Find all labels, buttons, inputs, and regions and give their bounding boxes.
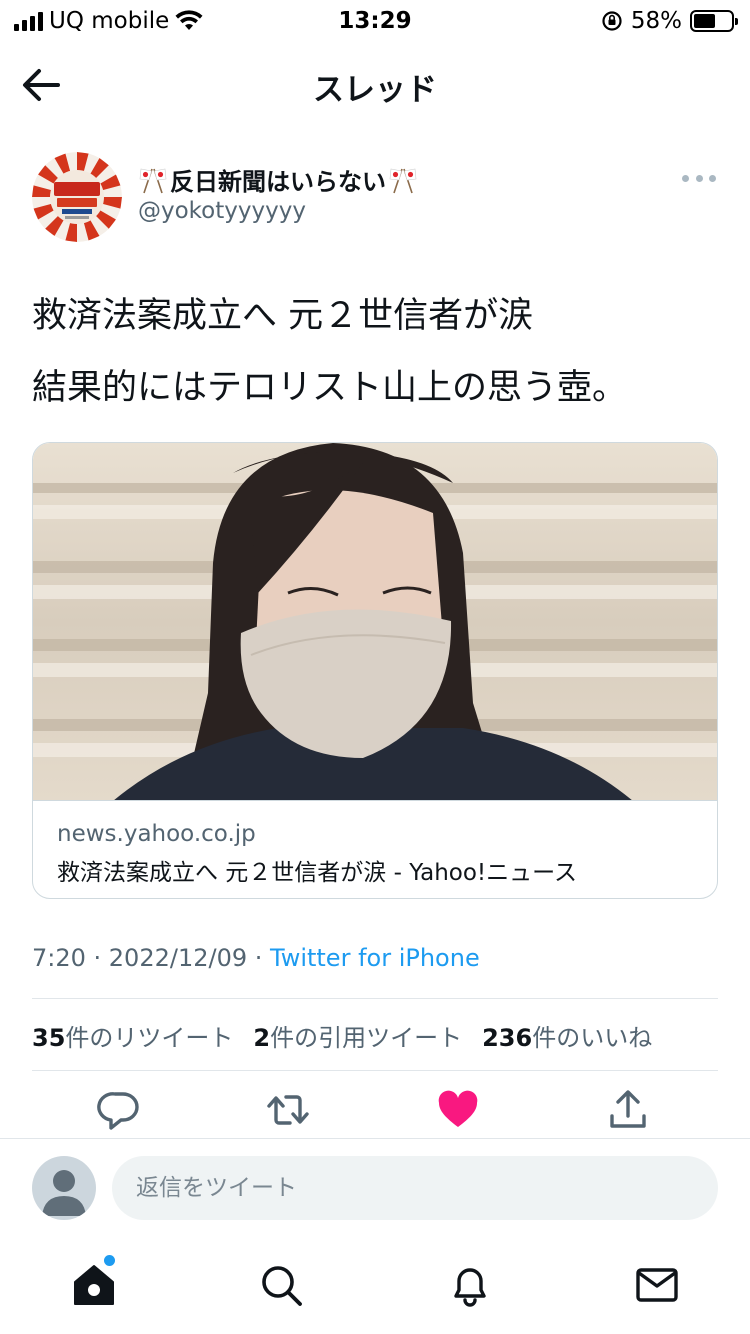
crossed-flags-icon [389, 168, 417, 193]
mail-icon[interactable] [634, 1262, 680, 1308]
likes-label: 件のいいね [532, 1024, 653, 1052]
retweets-label: 件のリツイート [65, 1024, 234, 1052]
divider [32, 1070, 718, 1071]
badge-logo-image [32, 152, 122, 242]
heart-icon[interactable] [436, 1088, 480, 1132]
tweet-text: 救済法案成立へ 元２世信者が涙 結果的にはテロリスト山上の思う壺。 [32, 280, 722, 424]
card-title: 救済法案成立へ 元２世信者が涙 - Yahoo!ニュース [57, 860, 577, 886]
card-domain: news.yahoo.co.jp [57, 821, 256, 847]
status-bar: UQ mobile 13:29 58% [0, 0, 750, 44]
tweet-source-link[interactable]: Twitter for iPhone [270, 944, 480, 972]
author-avatar[interactable] [32, 152, 122, 242]
reply-input[interactable] [112, 1156, 718, 1220]
default-avatar-icon [42, 1170, 86, 1216]
divider [0, 1138, 750, 1139]
share-icon[interactable] [606, 1088, 650, 1132]
likes-stat[interactable]: 236件のいいね [482, 1018, 652, 1053]
action-bar [0, 1088, 750, 1136]
retweets-count: 35 [32, 1024, 66, 1052]
link-card[interactable]: news.yahoo.co.jp 救済法案成立へ 元２世信者が涙 - Yahoo… [32, 442, 718, 899]
crossed-flags-icon [139, 168, 167, 193]
divider [32, 998, 718, 999]
tweet-text-line: 結果的にはテロリスト山上の思う壺。 [32, 368, 628, 408]
quotes-count: 2 [253, 1024, 271, 1052]
page-title: スレッド [313, 72, 437, 108]
battery-icon [690, 10, 738, 32]
quotes-stat[interactable]: 2件の引用ツイート [253, 1018, 462, 1053]
card-image[interactable] [33, 443, 717, 801]
battery-fill [694, 14, 715, 28]
nav-bar: スレッド [0, 44, 750, 126]
more-options-icon[interactable] [682, 166, 716, 190]
likes-count: 236 [482, 1024, 533, 1052]
tweet-stats: 35件のリツイート 2件の引用ツイート 236件のいいね [32, 1018, 652, 1053]
bell-icon[interactable] [447, 1262, 493, 1308]
retweets-stat[interactable]: 35件のリツイート [32, 1018, 233, 1053]
orientation-lock-icon [602, 11, 622, 31]
retweet-icon[interactable] [266, 1088, 310, 1132]
author-name: 反日新聞はいらない [170, 168, 386, 196]
search-icon[interactable] [258, 1262, 304, 1308]
tweet-meta: 7:20 · 2022/12/09 · Twitter for iPhone [32, 944, 480, 972]
status-right: 58% [601, 8, 738, 34]
home-icon[interactable] [71, 1262, 117, 1308]
tweet-timestamp: 7:20 · 2022/12/09 · [32, 944, 270, 972]
quotes-label: 件の引用ツイート [270, 1024, 463, 1052]
author-name-row[interactable]: 反日新聞はいらない [138, 162, 418, 197]
comment-icon[interactable] [97, 1088, 141, 1132]
battery-percent: 58% [630, 8, 682, 34]
author-handle[interactable]: @yokotyyyyyy [138, 198, 306, 224]
tweet-text-line: 救済法案成立へ 元２世信者が涙 [32, 296, 534, 336]
news-photo [33, 443, 717, 800]
user-avatar[interactable] [32, 1156, 96, 1220]
